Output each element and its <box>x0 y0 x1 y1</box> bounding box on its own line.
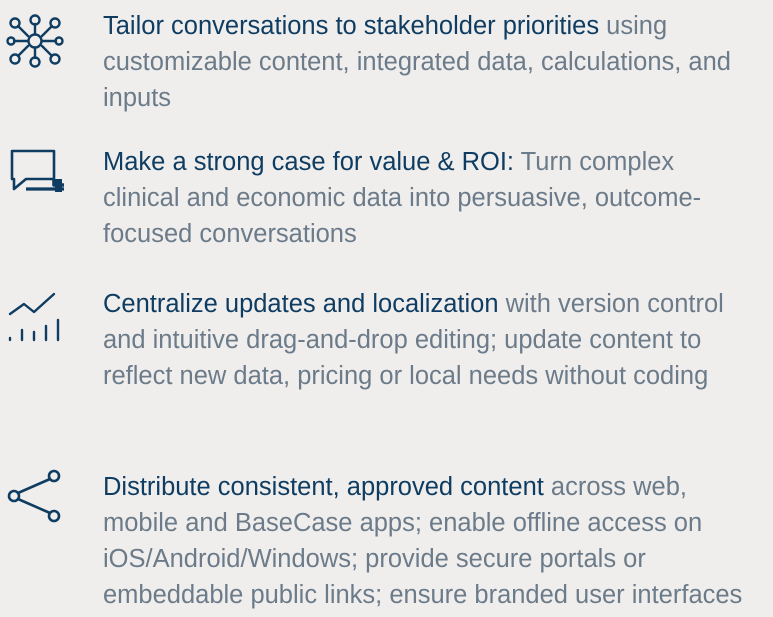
growth-chart-icon <box>6 292 64 350</box>
feature-text: Tailor conversations to stakeholder prio… <box>103 8 753 116</box>
feature-highlight: Distribute consistent, approved content <box>103 473 544 501</box>
chat-bubbles-icon <box>6 145 64 203</box>
network-nodes-icon <box>6 12 64 70</box>
feature-text: Distribute consistent, approved content … <box>103 469 753 613</box>
feature-highlight: Tailor conversations to stakeholder prio… <box>103 12 600 40</box>
share-icon <box>6 469 64 527</box>
feature-highlight: Centralize updates and localization <box>103 290 499 318</box>
feature-list: Tailor conversations to stakeholder prio… <box>0 0 773 617</box>
feature-text: Centralize updates and localization with… <box>103 286 753 394</box>
feature-text: Make a strong case for value & ROI: Turn… <box>103 144 753 252</box>
feature-highlight: Make a strong case for value & ROI: <box>103 148 515 176</box>
